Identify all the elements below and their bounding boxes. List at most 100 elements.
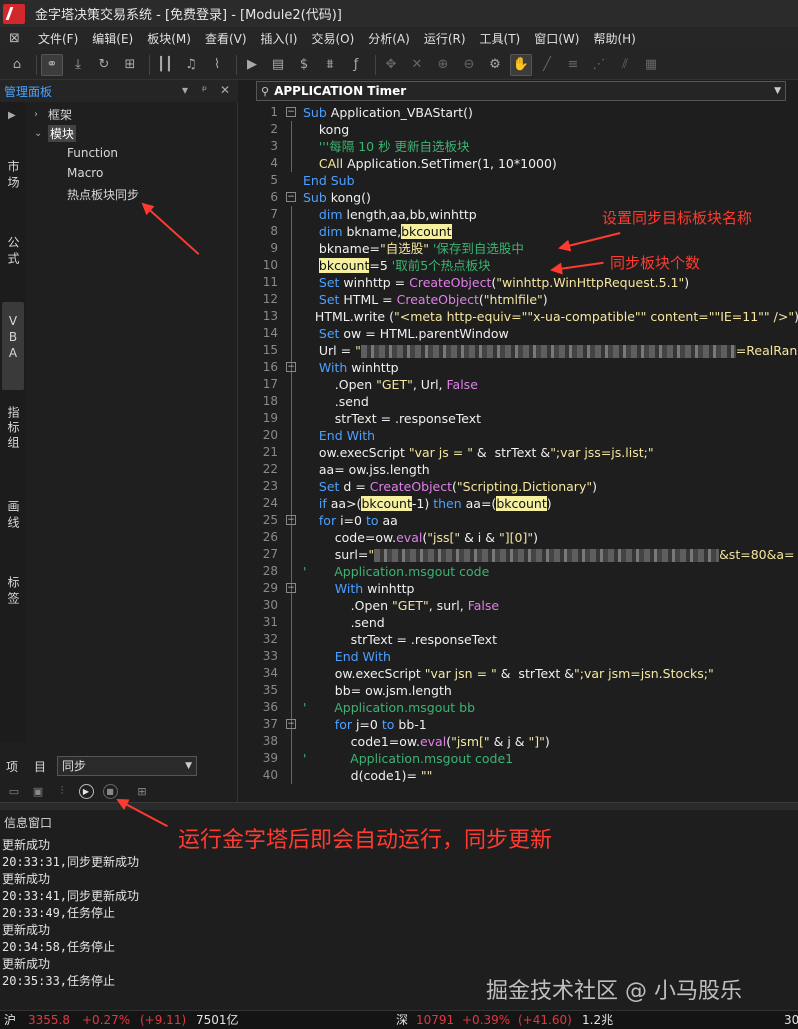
layout-icon[interactable]: ⊞ <box>132 782 152 800</box>
line-number: 17 <box>262 377 278 391</box>
project-select[interactable]: 同步 ▼ <box>57 756 197 776</box>
zoom-in-icon[interactable]: ⊕ <box>432 54 454 76</box>
new-icon[interactable]: ▭ <box>4 782 24 800</box>
fold-toggle-icon[interactable]: − <box>286 515 296 525</box>
tree-node-function[interactable]: Function <box>67 146 118 160</box>
menu-file[interactable]: 文件(F) <box>38 30 78 47</box>
grid-draw-icon[interactable]: ▦ <box>640 54 662 76</box>
bell-icon[interactable]: ♫ <box>180 54 202 76</box>
save-icon[interactable]: ▣ <box>28 782 48 800</box>
sh-index-change: +0.27% <box>82 1013 131 1027</box>
tab-vba[interactable]: VBA <box>2 302 24 390</box>
menu-analysis[interactable]: 分析(A) <box>368 30 410 47</box>
line-number: 13 <box>262 309 278 323</box>
code-line: 10 bkcount=5 '取前5个热点板块 <box>256 257 798 274</box>
tree-node-macro[interactable]: Macro <box>67 166 103 180</box>
move-icon[interactable]: ✥ <box>380 54 402 76</box>
line-number: 28 <box>262 564 278 578</box>
tree-node-hot-sector-sync[interactable]: 热点板块同步 <box>67 186 139 203</box>
code-text: CAll Application.SetTimer(1, 10*1000) <box>318 156 557 171</box>
grid-icon[interactable]: ⊞ <box>119 54 141 76</box>
tree-expand-icon[interactable]: › <box>34 109 48 120</box>
tab-market[interactable]: 市场 <box>2 160 24 192</box>
line-number: 23 <box>262 479 278 493</box>
line-number: 32 <box>262 632 278 646</box>
pen-icon[interactable]: ╱ <box>536 54 558 76</box>
expand-arrow-icon[interactable]: ▶ <box>8 110 16 121</box>
tree-node-framework[interactable]: › 框架 <box>34 106 72 123</box>
chart-icon[interactable]: ┃┃ <box>154 54 176 76</box>
tab-formula[interactable]: 公式 <box>2 236 24 268</box>
code-line: 2 kong <box>256 121 798 138</box>
line-number: 30 <box>262 598 278 612</box>
app-menu-icon[interactable]: ⊠ <box>9 31 25 47</box>
code-text: End With <box>334 649 391 664</box>
procedure-icon: ⚲ <box>261 84 270 98</box>
panel-dropdown-icon[interactable]: ▾ <box>182 83 188 97</box>
menu-run[interactable]: 运行(R) <box>424 30 466 47</box>
play-icon[interactable]: ▶ <box>241 54 263 76</box>
menu-tools[interactable]: 工具(T) <box>480 30 521 47</box>
zoom-out-icon[interactable]: ⊖ <box>458 54 480 76</box>
menu-help[interactable]: 帮助(H) <box>593 30 635 47</box>
fold-toggle-icon[interactable]: − <box>286 362 296 372</box>
info-line: 20:35:33,任务停止 <box>2 974 116 988</box>
channel-icon[interactable]: ≡ <box>562 54 584 76</box>
tab-drawing[interactable]: 画线 <box>2 500 24 532</box>
parallel-icon[interactable]: ⫽ <box>614 54 636 76</box>
code-line: 16− With winhttp <box>256 359 798 376</box>
filter-icon[interactable]: ⩩ <box>319 54 341 76</box>
panel-pin-icon[interactable]: ᵖ <box>202 83 207 97</box>
menu-insert[interactable]: 插入(I) <box>261 30 298 47</box>
tab-indicator-group[interactable]: 指标组 <box>2 406 24 451</box>
line-number: 1 <box>270 105 278 119</box>
fold-toggle-icon[interactable]: − <box>286 107 296 117</box>
fold-toggle-icon[interactable]: − <box>286 192 296 202</box>
line-number: 12 <box>262 292 278 306</box>
document-icon[interactable]: ▤ <box>267 54 289 76</box>
code-line: 36 ' Application.msgout bb <box>256 699 798 716</box>
link-icon[interactable]: ⚭ <box>41 53 63 76</box>
fan-icon[interactable]: ⋰ <box>588 54 610 76</box>
refresh-icon[interactable]: ↻ <box>93 54 115 76</box>
cross-icon[interactable]: ✕ <box>406 54 428 76</box>
menu-block[interactable]: 板块(M) <box>147 30 191 47</box>
tree-node-module[interactable]: ⌄ 模块 <box>34 125 77 142</box>
menu-edit[interactable]: 编辑(E) <box>92 30 133 47</box>
line-chart-icon[interactable]: ⌇ <box>206 54 228 76</box>
code-text: With winhttp <box>318 360 399 375</box>
fold-toggle-icon[interactable]: − <box>286 719 296 729</box>
download-icon[interactable]: ⤓ <box>67 54 89 76</box>
function-icon[interactable]: ƒ <box>345 54 367 76</box>
chevron-down-icon: ▼ <box>185 761 192 771</box>
panel-vertical-tabs: ▶ 市场 公式 VBA 指标组 画线 标签 <box>0 102 26 742</box>
menu-window[interactable]: 窗口(W) <box>534 30 579 47</box>
code-text: surl=" &st=80&a= <box>303 547 795 562</box>
code-text: bkcount=5 '取前5个热点板块 <box>318 258 491 273</box>
line-number: 26 <box>262 530 278 544</box>
panel-close-icon[interactable]: ✕ <box>220 83 230 97</box>
tab-label[interactable]: 标签 <box>2 576 24 608</box>
code-line: 22 aa= ow.jss.length <box>256 461 798 478</box>
menu-view[interactable]: 查看(V) <box>205 30 247 47</box>
line-number: 10 <box>262 258 278 272</box>
gear-icon[interactable]: ⚙ <box>484 54 506 76</box>
line-number: 9 <box>270 241 278 255</box>
info-window-title: 信息窗口 <box>4 816 53 830</box>
menu-trade[interactable]: 交易(O) <box>311 30 354 47</box>
settings-icon[interactable]: ⫶ <box>52 782 72 800</box>
fold-toggle-icon[interactable]: − <box>286 583 296 593</box>
line-number: 5 <box>270 173 278 187</box>
code-text: d(code1)= "" <box>303 768 433 783</box>
status-right-text: 30 <box>784 1013 798 1027</box>
home-icon[interactable]: ⌂ <box>6 54 28 76</box>
hand-icon[interactable]: ✋ <box>510 53 532 76</box>
toolbar-separator <box>36 54 37 75</box>
window-title: 金字塔决策交易系统 - [免费登录] - [Module2(代码)] <box>35 8 342 23</box>
tab-vba-label: VBA <box>6 314 20 362</box>
line-number: 37 <box>262 717 278 731</box>
dollar-icon[interactable]: $ <box>293 54 315 76</box>
procedure-select[interactable]: ⚲ APPLICATION Timer ▼ <box>256 81 786 101</box>
tree-collapse-icon[interactable]: ⌄ <box>34 128 48 139</box>
run-button[interactable]: ▶ <box>76 782 96 800</box>
